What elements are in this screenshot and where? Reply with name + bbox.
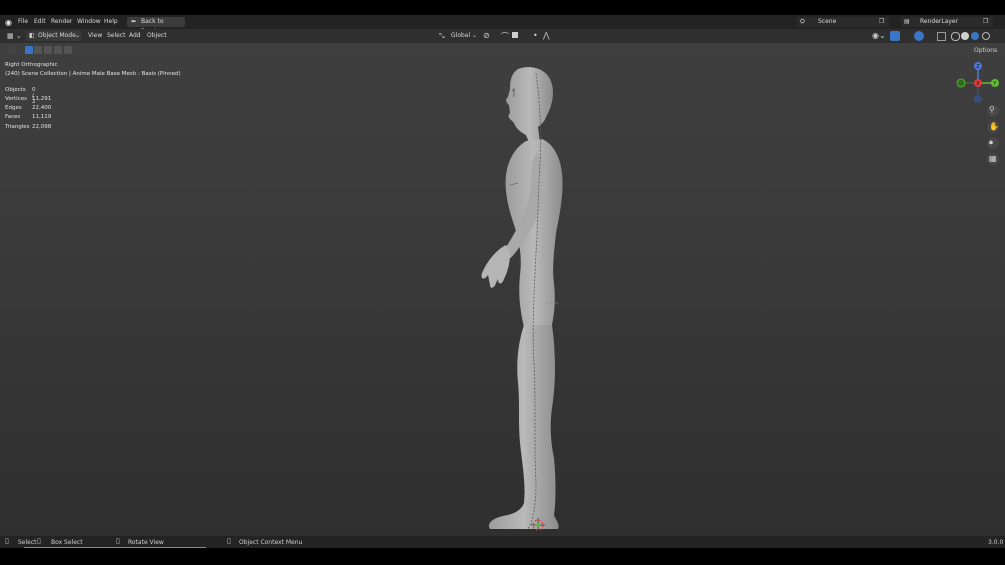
stat-value: 11,119 bbox=[32, 114, 52, 120]
stat-edges: Edges 22,400 bbox=[5, 105, 51, 111]
mouse-drag-icon: ▯ bbox=[37, 537, 41, 545]
menu-render[interactable]: Render bbox=[51, 18, 72, 25]
version-label: 3.0.0 bbox=[988, 539, 1004, 546]
mode-selector[interactable]: ◧ Object Mode ⌄ bbox=[26, 31, 81, 41]
menu-file[interactable]: File bbox=[18, 18, 28, 25]
leg bbox=[488, 325, 559, 529]
chevron-down-icon: ⌄ bbox=[75, 32, 81, 39]
stat-label: Faces bbox=[5, 114, 21, 120]
menu-window[interactable]: Window bbox=[77, 18, 101, 25]
rendered-shading-icon[interactable] bbox=[982, 32, 990, 40]
stat-label: Vertices bbox=[5, 96, 27, 102]
falloff-icon[interactable]: ⋀ bbox=[543, 31, 550, 40]
mouse-left-icon: ▯ bbox=[5, 537, 9, 545]
renderlayer-icon: ▤ bbox=[904, 18, 910, 25]
snap-icon[interactable]: ⌒ bbox=[501, 31, 509, 42]
editor-type-icon[interactable]: ▦ ⌄ bbox=[7, 32, 22, 40]
menu-object[interactable]: Object bbox=[147, 32, 167, 39]
stat-triangles: Triangles 22,098 bbox=[5, 124, 51, 130]
3d-cursor[interactable] bbox=[530, 517, 546, 533]
stat-label: Triangles bbox=[5, 124, 30, 130]
select-intersect-icon[interactable] bbox=[64, 46, 72, 54]
zoom-button[interactable]: ⚲ bbox=[987, 105, 999, 117]
stat-label: Edges bbox=[5, 105, 22, 111]
gizmo-neg-y-axis bbox=[956, 78, 966, 88]
gizmo-toggle-icon[interactable] bbox=[890, 31, 900, 41]
viewport-header: ▦ ⌄ ◧ Object Mode ⌄ View Select Add Obje… bbox=[0, 29, 1005, 43]
grid-icon: ▦ bbox=[989, 154, 997, 163]
scene-selector[interactable]: ⛭ Scene ❐ bbox=[797, 17, 889, 27]
select-subtract-icon[interactable] bbox=[44, 46, 52, 54]
renderlayer-selector[interactable]: ▤ RenderLayer ❐ bbox=[901, 17, 993, 27]
renderlayer-copy-icon[interactable]: ❐ bbox=[983, 17, 988, 27]
solid-shading-icon[interactable] bbox=[961, 32, 969, 40]
status-select: Select bbox=[18, 539, 37, 546]
menu-view[interactable]: View bbox=[88, 32, 102, 39]
menu-select[interactable]: Select bbox=[107, 32, 126, 39]
select-new-icon[interactable] bbox=[25, 46, 33, 54]
renderlayer-name: RenderLayer bbox=[920, 18, 959, 25]
mouse-middle-icon: ▯ bbox=[116, 537, 120, 545]
status-context-menu: Object Context Menu bbox=[239, 539, 303, 546]
status-bar: ▯ Select ▯ Box Select ▯ Rotate View ▯ Ob… bbox=[0, 536, 1005, 548]
gizmo-z-label: Z bbox=[976, 64, 980, 70]
stat-value: 22,400 bbox=[32, 105, 52, 111]
back-to-previous-button[interactable]: ⬅ Back to Previous bbox=[127, 17, 185, 35]
visibility-icon[interactable]: ◉⌄ bbox=[872, 31, 886, 40]
select-tool-icon[interactable] bbox=[8, 46, 16, 54]
pivot-icon[interactable]: ⊘ bbox=[483, 31, 490, 40]
character-model[interactable] bbox=[460, 63, 580, 533]
stat-label: Objects bbox=[5, 87, 26, 93]
object-mode-icon: ◧ bbox=[29, 32, 35, 39]
stat-faces: Faces 11,119 bbox=[5, 114, 51, 120]
hand bbox=[481, 245, 510, 288]
xray-icon[interactable] bbox=[937, 32, 946, 41]
material-shading-icon[interactable] bbox=[971, 32, 979, 40]
options-dropdown[interactable]: Options bbox=[974, 47, 997, 54]
menu-add[interactable]: Add bbox=[129, 32, 141, 39]
zoom-icon: ⚲ bbox=[989, 105, 995, 114]
pan-button[interactable]: ✋ bbox=[987, 121, 999, 133]
menu-help[interactable]: Help bbox=[104, 18, 118, 25]
perspective-toggle-button[interactable]: ▦ bbox=[987, 153, 999, 165]
top-bar: ◉ File Edit Render Window Help ⬅ Back to… bbox=[0, 15, 1005, 35]
select-extend-icon[interactable] bbox=[34, 46, 42, 54]
object-mode-label: Object Mode bbox=[38, 32, 76, 39]
stat-value: 22,098 bbox=[32, 124, 52, 130]
scene-name: Scene bbox=[818, 18, 837, 25]
transform-orientation-icon[interactable]: ⤡ bbox=[439, 32, 445, 41]
navigation-gizmo[interactable]: Z Y X bbox=[955, 59, 1003, 107]
mouse-right-icon: ▯ bbox=[227, 537, 231, 545]
stat-value: 11,291 bbox=[32, 96, 52, 102]
gizmo-x-label: X bbox=[976, 81, 980, 87]
camera-button[interactable]: ⏺ bbox=[987, 137, 999, 149]
snap-target-icon[interactable] bbox=[512, 32, 518, 38]
overlay-toggle-icon[interactable] bbox=[914, 31, 924, 41]
gizmo-neg-z-axis bbox=[974, 95, 982, 103]
chevron-down-icon: ⌄ bbox=[472, 32, 478, 39]
back-icon: ⬅ bbox=[131, 18, 137, 25]
scene-icon: ⛭ bbox=[800, 18, 805, 25]
menu-edit[interactable]: Edit bbox=[34, 18, 46, 25]
scene-copy-icon[interactable]: ❐ bbox=[879, 17, 884, 27]
camera-icon: ⏺ bbox=[989, 138, 993, 147]
status-rotate-view: Rotate View bbox=[128, 539, 164, 546]
stat-vertices: Vertices 11,291 bbox=[5, 96, 51, 102]
hand-icon: ✋ bbox=[989, 122, 999, 131]
blender-logo-icon[interactable]: ◉ bbox=[5, 18, 12, 27]
progress-line bbox=[24, 547, 206, 548]
stat-objects: Objects 0 / 2 bbox=[5, 87, 36, 105]
head bbox=[506, 67, 553, 145]
select-invert-icon[interactable] bbox=[54, 46, 62, 54]
proportional-edit-icon[interactable]: • bbox=[533, 31, 538, 40]
status-box-select: Box Select bbox=[51, 539, 83, 546]
view-name: Right Orthographic bbox=[5, 62, 58, 68]
transform-orientation-label[interactable]: Global bbox=[451, 32, 470, 39]
3d-viewport[interactable]: Options Right Orthographic (240) Scene C… bbox=[0, 43, 1005, 536]
wireframe-shading-icon[interactable] bbox=[951, 32, 960, 41]
collection-info: (240) Scene Collection | Anime Male Base… bbox=[5, 71, 181, 77]
